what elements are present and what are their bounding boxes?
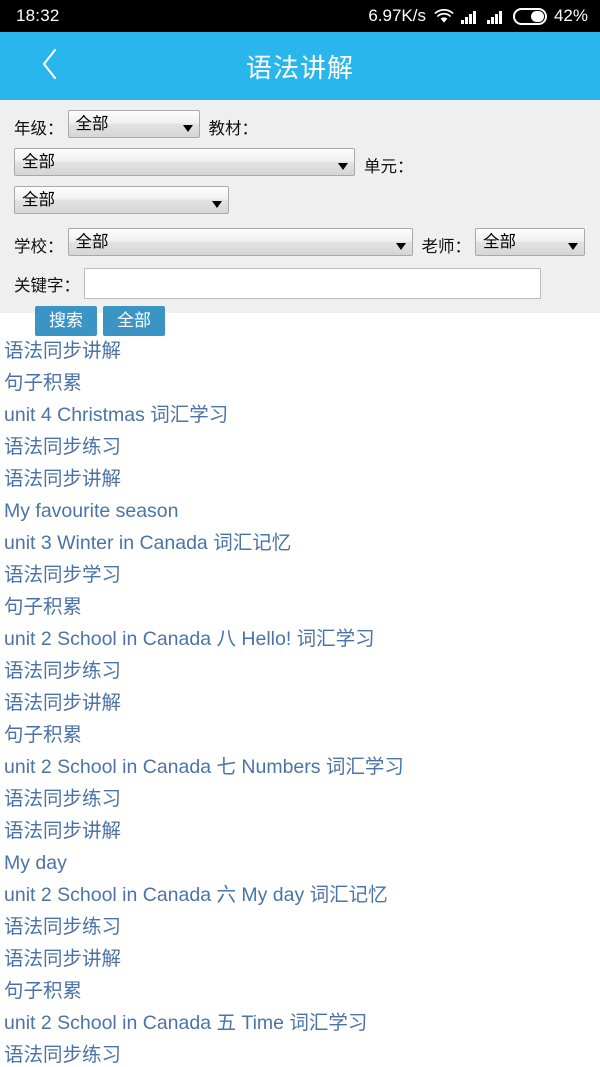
unit-select[interactable]: 全部 [14,186,229,214]
search-button[interactable]: 搜索 [35,306,97,336]
teacher-label: 老师： [421,237,472,256]
wifi-icon [434,8,454,24]
signal-bars-icon-1 [460,9,480,24]
keyword-label: 关键字： [14,276,80,295]
grade-select-wrap[interactable]: 全部 [67,110,200,143]
textbook-select[interactable]: 全部 [14,148,355,176]
filter-panel: 年级： 全部 教材： 全部 单元： 全部 学校： 全部 老师： 全部 关键字： … [0,100,600,336]
list-item[interactable]: 句子积累 [0,591,600,623]
list-item[interactable]: 语法同步练习 [0,655,600,687]
list-item[interactable]: 语法同步讲解 [0,463,600,495]
list-item[interactable]: 句子积累 [0,367,600,399]
teacher-select[interactable]: 全部 [475,228,585,256]
list-item[interactable]: 语法同步学习 [0,559,600,591]
unit-label: 单元： [364,157,414,176]
list-item[interactable]: My day [0,847,600,879]
all-button[interactable]: 全部 [103,306,165,336]
grade-select[interactable]: 全部 [67,110,200,138]
school-select-wrap[interactable]: 全部 [67,228,413,261]
status-icons: 6.97K/s 42% [368,6,588,26]
list-item[interactable]: unit 2 School in Canada 七 Numbers 词汇学习 [0,751,600,783]
page-title: 语法讲解 [245,52,354,83]
filter-row-keyword: 关键字： [14,268,586,299]
battery-icon [512,7,547,25]
school-select[interactable]: 全部 [67,228,413,256]
app-header: 语法讲解 [0,32,600,100]
status-time: 18:32 [16,6,60,25]
back-button[interactable] [26,32,74,100]
list-item[interactable]: unit 4 Christmas 词汇学习 [0,399,600,431]
grade-label: 年级： [14,119,64,138]
textbook-select-wrap[interactable]: 全部 [14,148,355,181]
status-bar: 18:32 6.97K/s 42% [0,0,600,32]
list-item[interactable]: 语法同步练习 [0,783,600,815]
list-item[interactable]: 句子积累 [0,975,600,1007]
filter-row-unit: 全部 [14,186,586,219]
filter-row-grade: 年级： 全部 教材： [14,110,586,143]
filter-row-textbook: 全部 单元： [14,148,586,181]
list-item[interactable]: unit 2 School in Canada 八 Hello! 词汇学习 [0,623,600,655]
list-item[interactable]: 语法同步讲解 [0,815,600,847]
list-item[interactable]: unit 2 School in Canada 六 My day 词汇记忆 [0,879,600,911]
filter-buttons: 搜索 全部 [14,306,586,336]
filter-row-school-teacher: 学校： 全部 老师： 全部 [14,228,586,261]
list-item[interactable]: 语法同步练习 [0,431,600,463]
results-list: 语法同步讲解 句子积累 unit 4 Christmas 词汇学习 语法同步练习 语法同… [0,313,600,1067]
unit-select-wrap[interactable]: 全部 [14,186,229,219]
list-item[interactable]: 语法同步练习 [0,911,600,943]
teacher-select-wrap[interactable]: 全部 [475,228,585,261]
keyword-input[interactable] [84,268,541,299]
list-item[interactable]: 句子积累 [0,719,600,751]
list-item[interactable]: unit 3 Winter in Canada 词汇记忆 [0,527,600,559]
battery-percent-label: 42% [553,6,588,25]
signal-bars-icon-2 [486,9,506,24]
textbook-label: 教材： [208,119,259,138]
list-item[interactable]: My favourite season [0,495,600,527]
list-item[interactable]: unit 2 School in Canada 五 Time 词汇学习 [0,1007,600,1039]
app-root: 18:32 6.97K/s 42% 语法讲解 年级： 全部 教材： 全部 单元：… [0,0,600,1067]
school-label: 学校： [14,237,64,256]
list-item[interactable]: 语法同步讲解 [0,943,600,975]
list-item[interactable]: 语法同步练习 [0,1039,600,1067]
chevron-left-icon [40,47,60,86]
network-speed-label: 6.97K/s [368,6,426,25]
list-item[interactable]: 语法同步讲解 [0,687,600,719]
list-item[interactable]: 语法同步讲解 [0,335,600,367]
